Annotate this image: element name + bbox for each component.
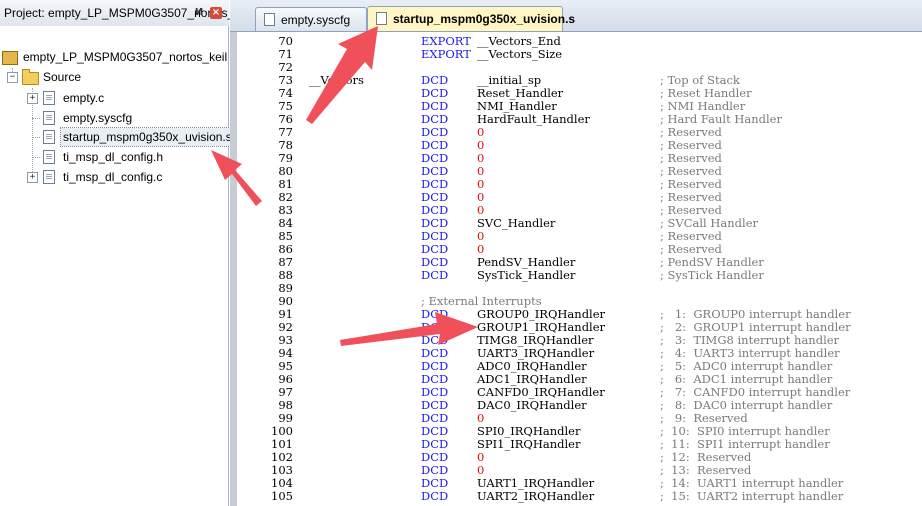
file-icon (43, 150, 55, 164)
editor-tabstrip: empty.syscfg startup_mspm0g350x_uvision.… (230, 0, 922, 32)
code-operand: UART2_IRQHandler (477, 489, 595, 503)
code-comment: ; SysTick Handler (660, 268, 764, 282)
code-line[interactable]: 83 DCD 0; Reserved (237, 204, 922, 217)
code-line[interactable]: 74 DCD Reset_Handler; Reset Handler (237, 87, 922, 100)
code-operand: __Vectors_Size (477, 47, 563, 61)
target-label: empty_LP_MSPM0G3507_nortos_keil (23, 50, 228, 64)
code-operand: SPI1_IRQHandler (477, 437, 581, 451)
code-line[interactable]: 105 DCD UART2_IRQHandler ; 15: UART2 interr… (237, 490, 922, 503)
code-line[interactable]: 70 EXPORT __Vectors_End (237, 35, 922, 48)
code-line[interactable]: 87 DCD PendSV_Handler; PendSV Handler (237, 256, 922, 269)
code-comment: ; 15: UART2 interrupt handler (660, 489, 844, 503)
tab-empty-syscfg[interactable]: empty.syscfg (255, 7, 367, 31)
file-icon (376, 12, 387, 25)
code-line[interactable]: 77 DCD 0; Reserved (237, 126, 922, 139)
code-line[interactable]: 101 DCD SPI1_IRQHandler; 11: SPI1 interrup… (237, 438, 922, 451)
editor-gutter (230, 32, 237, 506)
code-line[interactable]: 81 DCD 0; Reserved (237, 178, 922, 191)
code-line[interactable]: 71 EXPORT __Vectors_Size (237, 48, 922, 61)
code-directive: DCD (421, 268, 449, 282)
folder-icon (22, 69, 39, 85)
tree-item-file-selected[interactable]: startup_mspm0g350x_uvision.s (0, 127, 235, 147)
code-line[interactable]: 88 DCD SysTick_Handler; SysTick Handler (237, 269, 922, 282)
file-label: empty.c (63, 91, 105, 105)
code-line[interactable]: 86 DCD 0; Reserved (237, 243, 922, 256)
tree-item-target[interactable]: empty_LP_MSPM0G3507_nortos_keil (0, 48, 228, 66)
code-line[interactable]: 82 DCD 0; Reserved (237, 191, 922, 204)
collapse-icon[interactable]: − (7, 72, 18, 83)
code-line[interactable]: 89 (237, 282, 922, 295)
tab-label: empty.syscfg (281, 13, 351, 27)
tab-label: startup_mspm0g350x_uvision.s (393, 12, 576, 26)
code-line[interactable]: 85 DCD 0; Reserved (237, 230, 922, 243)
code-operand: HardFault_Handler (477, 112, 590, 126)
code-line[interactable]: 98 DCD DAC0_IRQHandler; 8: DAC0 interrupt … (237, 399, 922, 412)
project-panel: Project: empty_LP_MSPM0G3507_nortos_k И … (0, 0, 240, 506)
code-line[interactable]: 84 DCD SVC_Handler; SVCall Handler (237, 217, 922, 230)
code-line[interactable]: 79 DCD 0; Reserved (237, 152, 922, 165)
editor-pane: empty.syscfg startup_mspm0g350x_uvision.… (230, 0, 922, 506)
code-line[interactable]: 102 DCD 0; 12: Reserved (237, 451, 922, 464)
file-icon (264, 13, 275, 26)
pin-icon[interactable]: И (193, 7, 205, 19)
code-directive: EXPORT (421, 47, 471, 61)
file-icon (43, 130, 55, 144)
file-label: ti_msp_dl_config.c (63, 170, 163, 184)
code-line[interactable]: 78 DCD 0; Reserved (237, 139, 922, 152)
file-label: ti_msp_dl_config.h (63, 150, 164, 164)
tree-item-file[interactable]: empty.syscfg (0, 109, 228, 127)
project-target-icon (2, 51, 18, 65)
tree-item-file[interactable]: + ti_msp_dl_config.c (0, 168, 228, 186)
group-label: Source (43, 70, 82, 84)
tree-item-group-source[interactable]: − Source (0, 68, 228, 86)
tree-item-file[interactable]: + empty.c (0, 89, 228, 107)
expand-icon[interactable]: + (27, 172, 38, 183)
code-operand: SysTick_Handler (477, 268, 576, 282)
code-operand: SVC_Handler (477, 216, 556, 230)
code-editor[interactable]: 70 EXPORT __Vectors_End 71 EXPORT __Vectors_S… (237, 32, 922, 506)
file-label: startup_mspm0g350x_uvision.s (60, 127, 235, 147)
tree-item-file[interactable]: ti_msp_dl_config.h (0, 148, 228, 166)
code-line[interactable]: 76 DCD HardFault_Handler; Hard Fault Handl… (237, 113, 922, 126)
file-icon (43, 111, 55, 125)
file-icon (43, 170, 55, 184)
file-icon (43, 91, 55, 105)
code-label: __Vectors (309, 73, 364, 87)
close-icon[interactable]: × (210, 7, 222, 19)
code-line[interactable]: 73 __Vectors DCD __initial_sp; Top of Stack (237, 74, 922, 87)
code-line[interactable]: 80 DCD 0; Reserved (237, 165, 922, 178)
tab-startup-file[interactable]: startup_mspm0g350x_uvision.s (367, 6, 575, 31)
code-directive: DCD (421, 489, 449, 503)
code-operand: DAC0_IRQHandler (477, 398, 587, 412)
expand-icon[interactable]: + (27, 93, 38, 104)
line-number: 105 (271, 489, 293, 503)
file-label: empty.syscfg (63, 111, 133, 125)
project-panel-titlebar: Project: empty_LP_MSPM0G3507_nortos_k И … (0, 0, 240, 26)
